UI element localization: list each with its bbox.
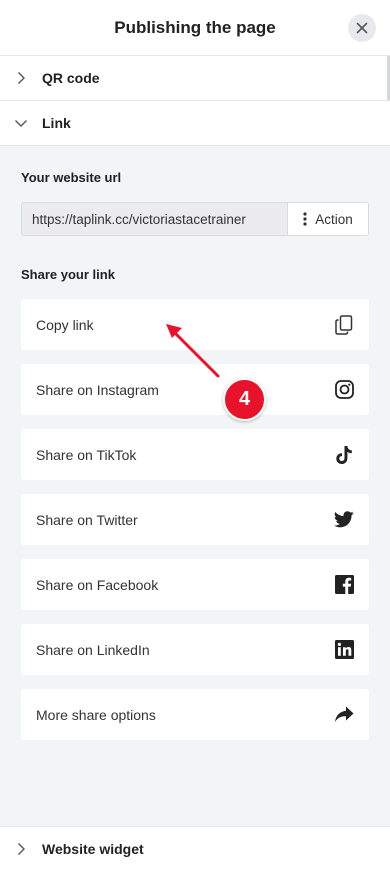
url-section-label: Your website url	[21, 170, 122, 185]
share-section-label: Share your link	[21, 267, 115, 282]
share-item-label: Share on LinkedIn	[36, 641, 150, 658]
chevron-right-icon	[0, 71, 42, 85]
accordion-qr-code[interactable]: QR code	[0, 56, 390, 101]
share-item-label: Share on TikTok	[36, 446, 137, 463]
step-badge: 4	[223, 378, 266, 421]
accordion-label: QR code	[42, 70, 100, 86]
more-share-options-button[interactable]: More share options	[21, 689, 369, 740]
share-linkedin-button[interactable]: Share on LinkedIn	[21, 624, 369, 675]
tiktok-icon	[334, 445, 354, 465]
share-item-label: More share options	[36, 706, 156, 723]
accordion-label: Website widget	[42, 841, 144, 857]
share-tiktok-button[interactable]: Share on TikTok	[21, 429, 369, 480]
more-vertical-icon	[303, 212, 307, 226]
share-item-label: Share on Twitter	[36, 511, 138, 528]
chevron-right-icon	[0, 842, 42, 856]
page-title: Publishing the page	[114, 17, 276, 37]
accordion-label: Link	[42, 115, 71, 131]
share-arrow-icon	[334, 705, 354, 725]
linkedin-icon	[334, 640, 354, 660]
action-label: Action	[315, 211, 353, 227]
step-number: 4	[238, 388, 251, 410]
share-item-label: Share on Facebook	[36, 576, 159, 593]
instagram-icon	[334, 380, 354, 400]
share-item-label: Copy link	[36, 316, 94, 333]
share-facebook-button[interactable]: Share on Facebook	[21, 559, 369, 610]
close-icon	[356, 22, 368, 34]
url-field: https://taplink.cc/victoriastacetrainer …	[21, 202, 369, 236]
copy-icon	[334, 314, 354, 335]
accordion-website-widget[interactable]: Website widget	[0, 826, 390, 870]
twitter-icon	[334, 510, 354, 530]
annotation-arrow-icon	[166, 324, 220, 378]
share-item-label: Share on Instagram	[36, 381, 159, 398]
close-button[interactable]	[348, 14, 376, 42]
accordion-link[interactable]: Link	[0, 101, 390, 146]
chevron-down-icon	[0, 118, 42, 128]
facebook-icon	[334, 575, 354, 595]
share-twitter-button[interactable]: Share on Twitter	[21, 494, 369, 545]
link-panel: Your website url https://taplink.cc/vict…	[0, 146, 390, 826]
action-button[interactable]: Action	[287, 203, 368, 235]
header: Publishing the page	[0, 0, 390, 56]
publish-panel: Publishing the page QR code Link Your we…	[0, 0, 390, 870]
url-value[interactable]: https://taplink.cc/victoriastacetrainer	[22, 212, 287, 227]
